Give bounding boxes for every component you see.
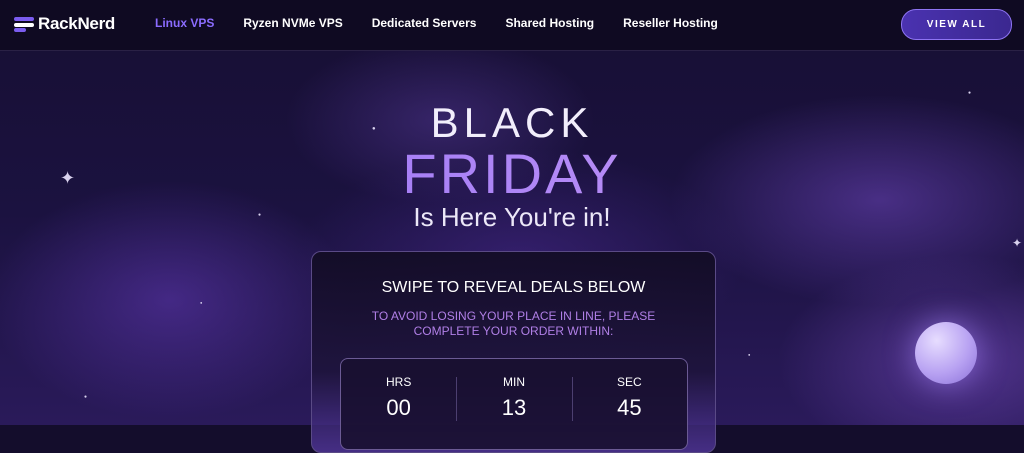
hero-line-black: BLACK xyxy=(430,99,594,146)
nav-link-ryzen-nvme-vps[interactable]: Ryzen NVMe VPS xyxy=(243,16,342,30)
star-dot-icon: ● xyxy=(968,90,972,96)
card-subtitle: TO AVOID LOSING YOUR PLACE IN LINE, PLEA… xyxy=(371,309,656,338)
brand-logo[interactable]: RackNerd xyxy=(14,14,115,34)
star-dot-icon: ● xyxy=(748,352,751,357)
countdown-timer: HRS 00 MIN 13 SEC 45 xyxy=(340,358,688,450)
star-dot-icon: ● xyxy=(200,300,203,305)
nav-link-reseller-hosting[interactable]: Reseller Hosting xyxy=(623,16,718,30)
hero-tagline: Is Here You're in! xyxy=(413,202,611,232)
countdown-card: SWIPE TO REVEAL DEALS BELOW TO AVOID LOS… xyxy=(311,251,716,453)
sparkle-star-icon: ✦ xyxy=(1012,236,1023,250)
timer-minutes: MIN 13 xyxy=(456,359,571,449)
hero-line-friday: FRIDAY xyxy=(0,146,1024,202)
card-title: SWIPE TO REVEAL DEALS BELOW xyxy=(381,279,646,296)
timer-seconds-value: 45 xyxy=(617,395,642,420)
timer-seconds: SEC 45 xyxy=(571,359,687,449)
nav-link-shared-hosting[interactable]: Shared Hosting xyxy=(505,16,594,30)
view-all-button[interactable]: VIEW ALL xyxy=(901,9,1012,40)
brand-name: RackNerd xyxy=(38,14,115,33)
moon-graphic xyxy=(915,322,977,384)
top-navbar: RackNerd Linux VPS Ryzen NVMe VPS Dedica… xyxy=(0,0,1024,51)
timer-hours-value: 00 xyxy=(386,395,411,420)
timer-minutes-value: 13 xyxy=(501,395,527,420)
racknerd-logo-icon xyxy=(14,16,34,32)
nav-links: Linux VPS Ryzen NVMe VPS Dedicated Serve… xyxy=(155,16,747,30)
star-dot-icon: ● xyxy=(84,394,88,400)
nav-link-linux-vps[interactable]: Linux VPS xyxy=(155,16,214,30)
timer-minutes-label: MIN xyxy=(502,375,525,389)
timer-hours: HRS 00 xyxy=(341,359,456,449)
nav-link-dedicated-servers[interactable]: Dedicated Servers xyxy=(372,16,477,30)
timer-hours-label: HRS xyxy=(385,375,412,389)
hero-headline: BLACK FRIDAY Is Here You're in! xyxy=(0,99,1024,233)
timer-seconds-label: SEC xyxy=(616,375,642,389)
